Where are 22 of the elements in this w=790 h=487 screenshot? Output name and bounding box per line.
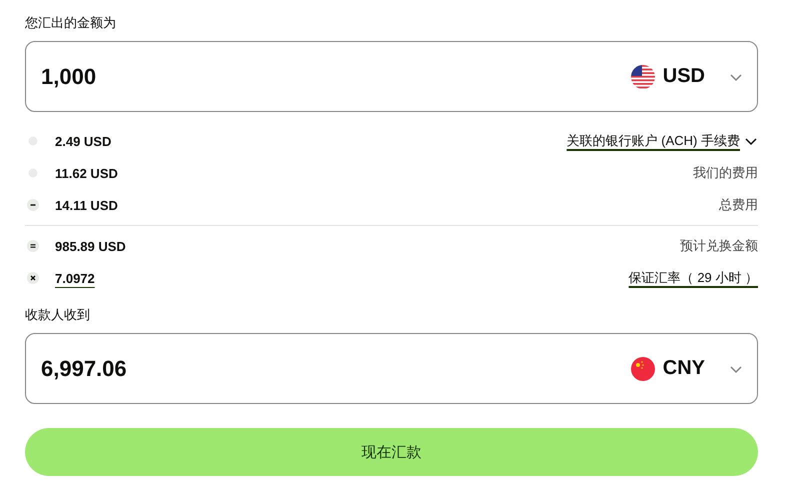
fee-amount: 2.49 USD <box>55 134 112 148</box>
flag-icon <box>630 356 655 380</box>
currency-selector[interactable]: CNY <box>630 356 743 380</box>
fee-label: 总费用 <box>719 196 758 214</box>
fee-label: 我们的费用 <box>693 164 758 182</box>
amount-field[interactable]: 6,997.06 CNY <box>25 333 758 404</box>
rate-link[interactable]: 7.0972 <box>55 270 95 286</box>
currency-selector[interactable]: USD <box>630 64 743 88</box>
amount-field[interactable]: 1,000 USD <box>25 41 758 112</box>
field-label: 您汇出的金额为 <box>25 14 117 32</box>
fee-amount: 985.89 USD <box>55 238 126 254</box>
multiply-icon <box>27 272 39 284</box>
fee-link[interactable]: 保证汇率（ 29 小时 ） <box>628 269 758 287</box>
send-button[interactable]: 现在汇款 <box>25 428 758 476</box>
fee-label: 预计兑换金额 <box>680 237 758 255</box>
fee-amount: 11.62 USD <box>55 166 118 180</box>
field-label: 收款人收到 <box>25 306 91 324</box>
fee-amount: 14.11 USD <box>55 198 118 212</box>
fee-link[interactable]: 关联的银行账户 (ACH) 手续费 <box>566 132 740 150</box>
minus-icon <box>27 199 39 211</box>
flag-icon <box>630 64 655 88</box>
equals-icon <box>27 240 39 252</box>
